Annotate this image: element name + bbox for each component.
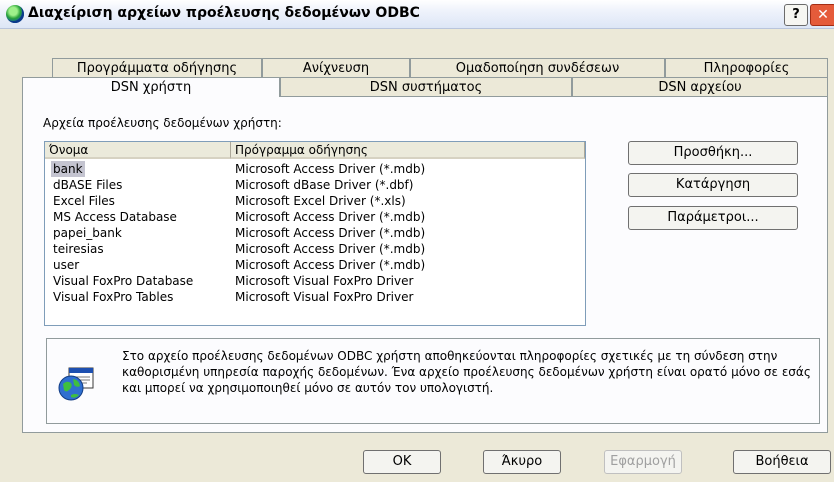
dsn-name: Visual FoxPro Database [53, 274, 194, 288]
list-item[interactable]: dBASE Files Microsoft dBase Driver (*.db… [45, 177, 585, 193]
dsn-name: Excel Files [53, 194, 115, 208]
dsn-driver: Microsoft Excel Driver (*.xls) [235, 194, 406, 208]
cancel-button[interactable]: Άκυρο [483, 450, 561, 474]
odbc-dialog: Διαχείριση αρχείων προέλευσης δεδομένων … [0, 0, 834, 482]
list-item[interactable]: papei_bank Microsoft Access Driver (*.md… [45, 225, 585, 241]
tab-file-dsn[interactable]: DSN αρχείου [572, 77, 828, 96]
dsn-driver: Microsoft Access Driver (*.mdb) [235, 258, 426, 272]
list-item[interactable]: Visual FoxPro Tables Microsoft Visual Fo… [45, 289, 585, 305]
add-button[interactable]: Προσθήκη... [628, 141, 798, 165]
tab-connection-pooling[interactable]: Ομαδοποίηση συνδέσεων [410, 58, 665, 77]
configure-button[interactable]: Παράμετροι... [628, 206, 798, 230]
dsn-name: dBASE Files [53, 178, 123, 192]
tab-tracing[interactable]: Ανίχνευση [262, 58, 410, 77]
help-button[interactable]: Βοήθεια [733, 450, 831, 474]
dsn-driver: Microsoft Visual FoxPro Driver [235, 290, 414, 304]
window-title: Διαχείριση αρχείων προέλευσης δεδομένων … [28, 5, 420, 21]
dsn-name: papei_bank [53, 226, 122, 240]
title-bar: Διαχείριση αρχείων προέλευσης δεδομένων … [0, 0, 834, 29]
list-item[interactable]: MS Access Database Microsoft Access Driv… [45, 209, 585, 225]
dsn-driver: Microsoft Access Driver (*.mdb) [235, 226, 426, 240]
odbc-globe-icon [6, 5, 24, 23]
odbc-datasource-icon [58, 367, 94, 401]
apply-button[interactable]: Εφαρμογή [604, 450, 682, 474]
help-title-button[interactable]: ? [784, 4, 808, 26]
user-dsn-label: Αρχεία προέλευσης δεδομένων χρήστη: [43, 116, 282, 130]
dsn-name: teiresias [53, 242, 104, 256]
list-item[interactable]: Visual FoxPro Database Microsoft Visual … [45, 273, 585, 289]
list-item[interactable]: teiresias Microsoft Access Driver (*.mdb… [45, 241, 585, 257]
ok-button[interactable]: OK [363, 450, 441, 474]
user-dsn-list[interactable]: Όνομα Πρόγραμμα οδήγησης bank Microsoft … [44, 141, 586, 326]
dsn-driver: Microsoft Visual FoxPro Driver [235, 274, 414, 288]
column-header-name[interactable]: Όνομα [45, 142, 231, 159]
dsn-driver: Microsoft Access Driver (*.mdb) [235, 210, 426, 224]
remove-button[interactable]: Κατάργηση [628, 173, 798, 197]
dsn-name: MS Access Database [53, 210, 177, 224]
dsn-name: user [53, 258, 80, 272]
column-header-driver[interactable]: Πρόγραμμα οδήγησης [231, 142, 585, 159]
tab-about[interactable]: Πληροφορίες [665, 58, 828, 77]
dsn-name: bank [51, 161, 85, 177]
info-text: Στο αρχείο προέλευσης δεδομένων ODBC χρή… [122, 349, 811, 395]
tab-drivers[interactable]: Προγράμματα οδήγησης [52, 58, 262, 77]
dsn-driver: Microsoft dBase Driver (*.dbf) [235, 178, 414, 192]
dsn-name: Visual FoxPro Tables [53, 290, 174, 304]
dsn-driver: Microsoft Access Driver (*.mdb) [235, 242, 426, 256]
dsn-driver: Microsoft Access Driver (*.mdb) [235, 162, 426, 176]
close-button[interactable]: ✕ [810, 4, 834, 26]
tab-user-dsn[interactable]: DSN χρήστη [22, 77, 280, 97]
list-item[interactable]: user Microsoft Access Driver (*.mdb) [45, 257, 585, 273]
list-header: Όνομα Πρόγραμμα οδήγησης [45, 142, 585, 159]
list-item[interactable]: bank Microsoft Access Driver (*.mdb) [45, 161, 585, 177]
list-item[interactable]: Excel Files Microsoft Excel Driver (*.xl… [45, 193, 585, 209]
tab-system-dsn[interactable]: DSN συστήματος [280, 77, 572, 96]
